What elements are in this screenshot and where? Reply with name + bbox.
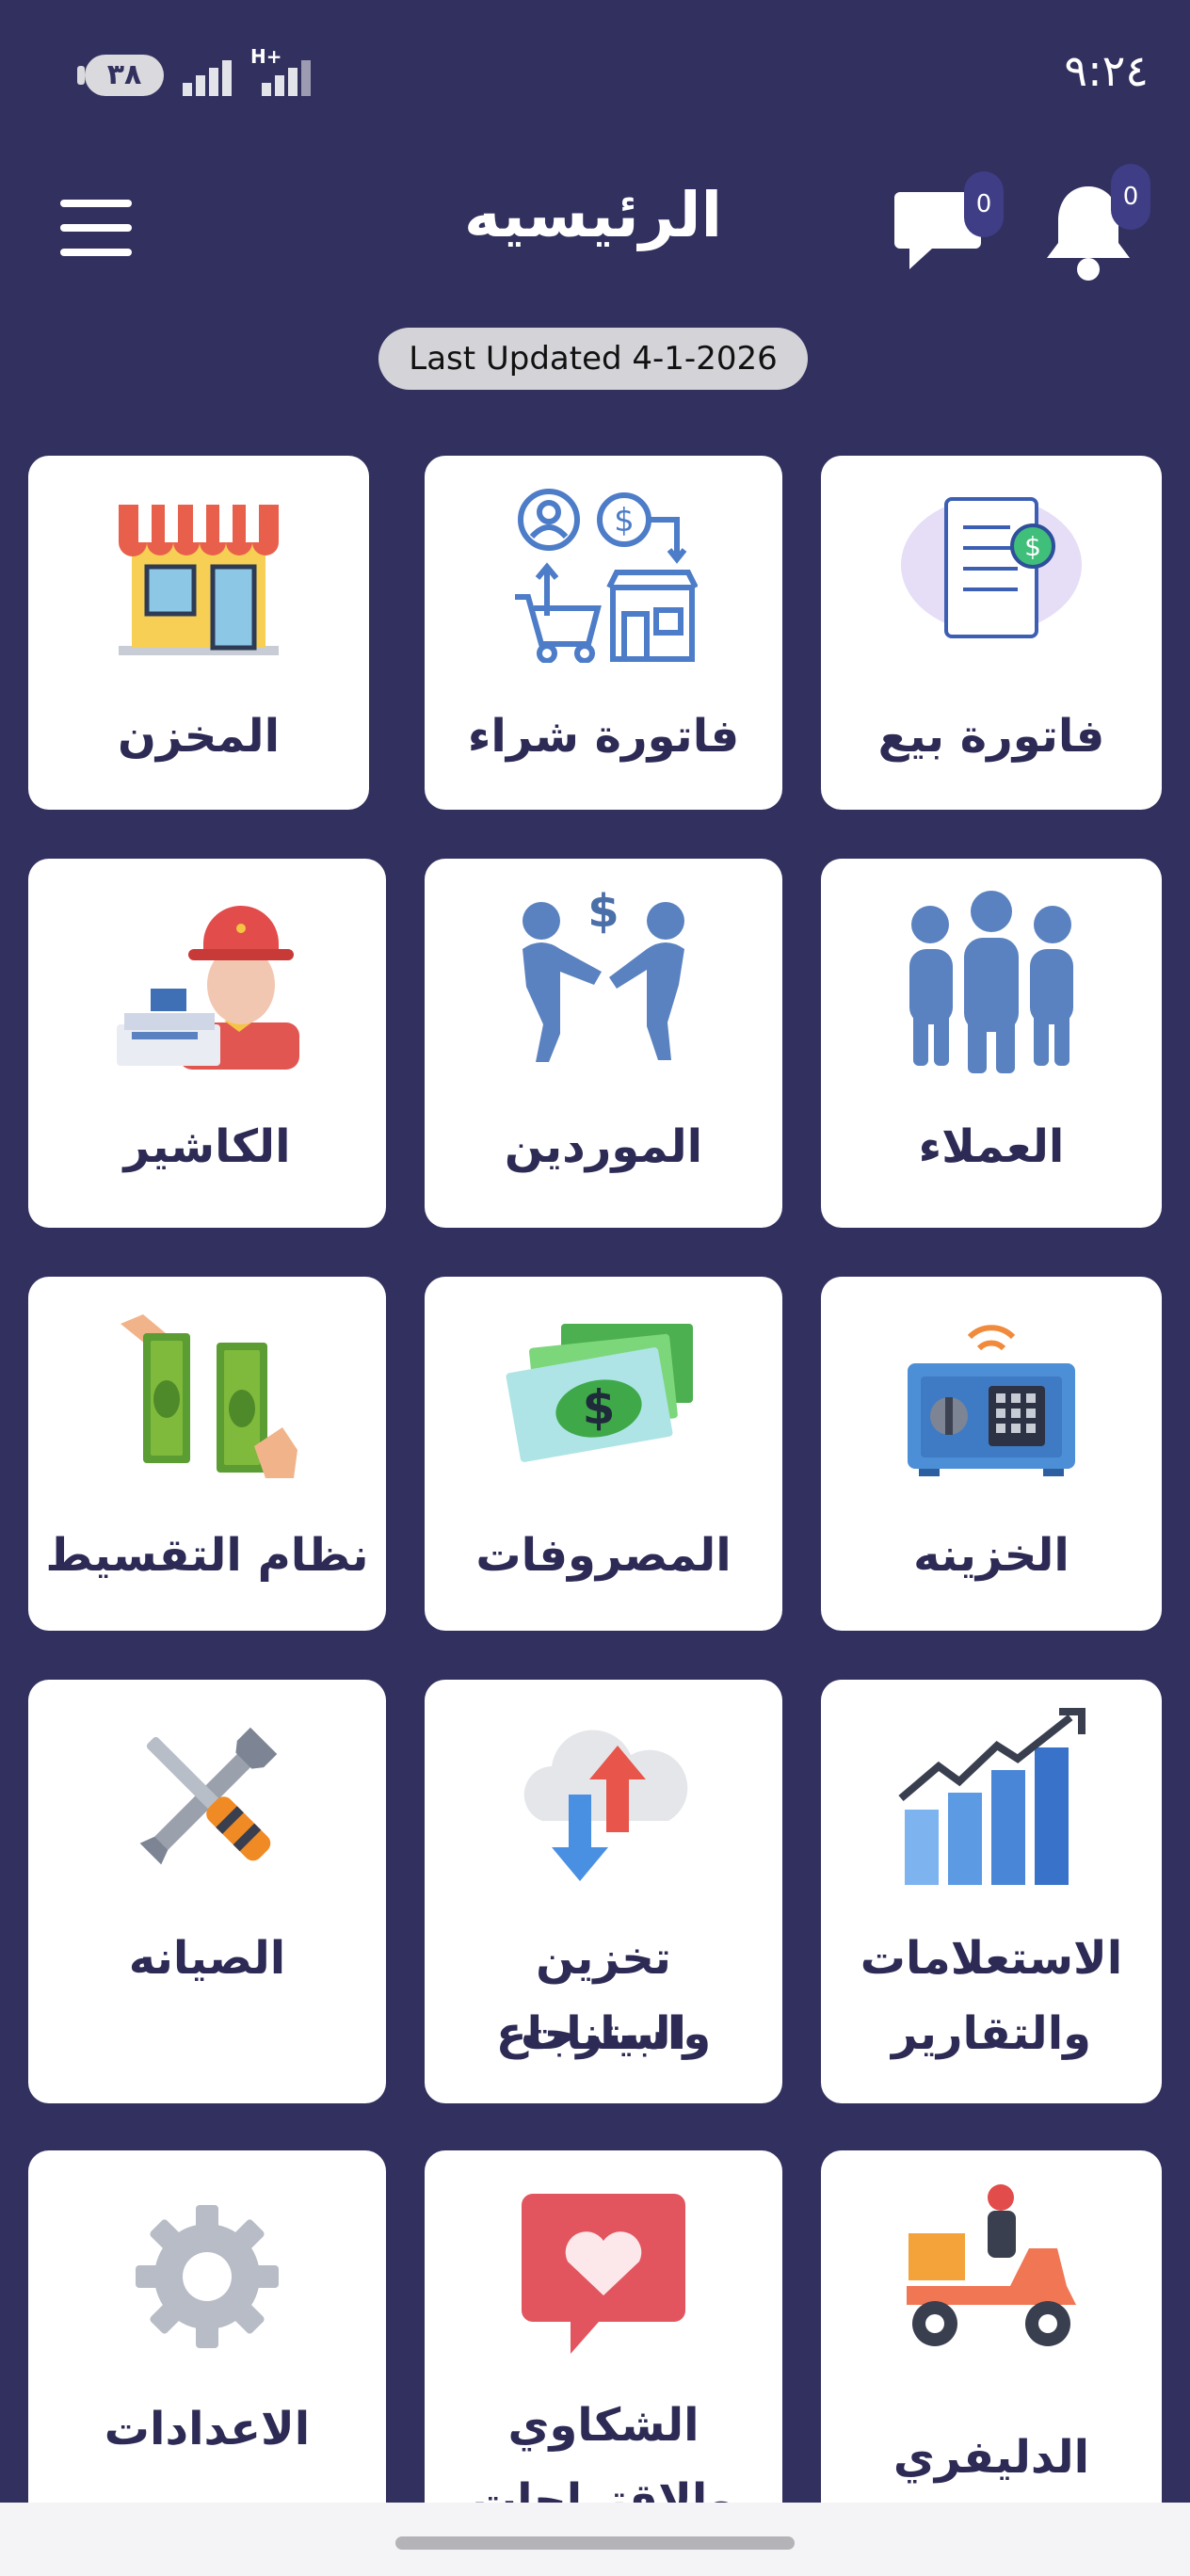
tile-delivery[interactable]: الدليفري xyxy=(821,2150,1162,2527)
settings-gear-icon xyxy=(136,2205,279,2348)
battery-indicator: ٣٨ xyxy=(85,55,164,96)
money-icon: $ xyxy=(506,1324,693,1462)
svg-text:$: $ xyxy=(614,502,635,539)
tile-label: نظام التقسيط xyxy=(45,1529,369,1582)
store-icon xyxy=(119,505,279,655)
tile-backup[interactable]: تخزين واسترجاع البيانات xyxy=(425,1680,782,2103)
chat-button[interactable]: 0 xyxy=(891,171,1004,284)
tile-label: المصروفات xyxy=(475,1529,732,1582)
tools-icon xyxy=(139,1727,278,1865)
status-time: ٩:٢٤ xyxy=(1064,45,1149,96)
reports-chart-icon xyxy=(898,1708,1085,1885)
tile-label: الكاشير xyxy=(123,1120,291,1173)
page-title: الرئيسيه xyxy=(463,179,723,251)
notification-badge: 0 xyxy=(1111,164,1150,230)
purchase-invoice-icon: $ xyxy=(515,489,698,663)
tile-store[interactable]: المخزن xyxy=(28,456,369,810)
home-indicator[interactable] xyxy=(395,2536,795,2550)
tile-customers[interactable]: العملاء xyxy=(821,859,1162,1228)
suppliers-icon: $ xyxy=(523,885,684,1062)
cloud-backup-icon xyxy=(523,1730,688,1881)
installment-icon xyxy=(121,1314,298,1478)
svg-text:$: $ xyxy=(587,885,619,938)
tile-label-line2: والتقارير xyxy=(892,2007,1091,2060)
battery-tip xyxy=(77,66,85,85)
menu-button[interactable] xyxy=(60,200,132,256)
tile-expenses[interactable]: $ المصروفات xyxy=(425,1277,782,1631)
tile-label: الدليفري xyxy=(892,2431,1090,2484)
tile-label: المخزن xyxy=(117,710,281,763)
last-updated-pill: Last Updated 4-1-2026 xyxy=(378,328,808,390)
tile-label-line1: الاستعلامات xyxy=(860,1932,1123,1985)
tile-label: الخزينه xyxy=(913,1529,1069,1582)
chat-badge: 0 xyxy=(964,171,1004,237)
safe-icon xyxy=(908,1325,1075,1476)
tile-cashier[interactable]: الكاشير xyxy=(28,859,386,1228)
tile-reports[interactable]: الاستعلامات والتقارير xyxy=(821,1680,1162,2103)
tile-installment[interactable]: نظام التقسيط xyxy=(28,1277,386,1631)
tile-label-line1: الشكاوي xyxy=(507,2399,700,2452)
complaints-heart-icon xyxy=(522,2194,685,2354)
notifications-button[interactable]: 0 xyxy=(1043,164,1156,281)
tile-label: الموردين xyxy=(504,1120,703,1173)
tile-label: فاتورة شراء xyxy=(467,710,740,763)
sales-invoice-icon: $ xyxy=(901,497,1082,638)
tile-complaints[interactable]: الشكاوي والاقتراحات xyxy=(425,2150,782,2527)
tile-label-line2: البيانات xyxy=(521,2007,686,2060)
tile-settings[interactable]: الاعدادات xyxy=(28,2150,386,2527)
tile-safe[interactable]: الخزينه xyxy=(821,1277,1162,1631)
tile-sales-invoice[interactable]: $ فاتورة بيع xyxy=(821,456,1162,810)
customers-icon xyxy=(909,891,1073,1073)
tile-maintenance[interactable]: الصيانه xyxy=(28,1680,386,2103)
tile-label: العملاء xyxy=(918,1120,1065,1173)
svg-text:$: $ xyxy=(583,1380,616,1435)
delivery-scooter-icon xyxy=(907,2184,1076,2346)
network-type: H+ xyxy=(250,45,282,68)
tile-label: فاتورة بيع xyxy=(877,710,1105,763)
cashier-icon xyxy=(117,906,299,1070)
tile-suppliers[interactable]: $ الموردين xyxy=(425,859,782,1228)
tile-label: الاعدادات xyxy=(104,2403,311,2455)
tile-purchase-invoice[interactable]: $ فاتورة شراء xyxy=(425,456,782,810)
svg-text:$: $ xyxy=(1024,531,1041,562)
tile-label: الصيانه xyxy=(128,1932,286,1985)
